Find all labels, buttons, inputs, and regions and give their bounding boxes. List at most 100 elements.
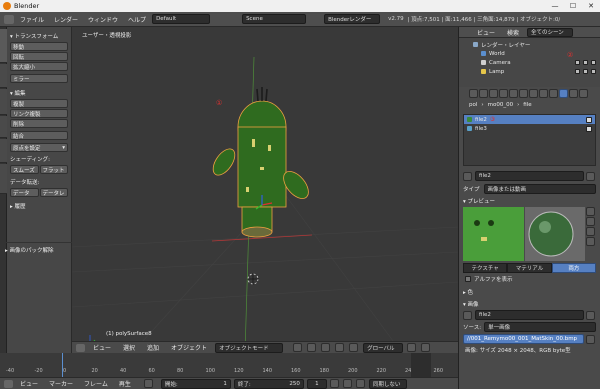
tab-texture-icon[interactable] — [559, 88, 568, 98]
menu-object[interactable]: オブジェクト — [167, 343, 211, 352]
tab-render-layers-icon[interactable] — [479, 88, 488, 98]
tab-physics-icon[interactable] — [579, 88, 588, 98]
file-browser-icon[interactable] — [586, 334, 595, 344]
preview-tab-material[interactable]: マテリアル — [507, 263, 552, 273]
outliner-menu-view[interactable]: ビュー — [473, 28, 499, 37]
preview-flat-icon[interactable] — [586, 207, 595, 216]
translate-manipulator-icon[interactable] — [335, 343, 345, 352]
layers-icon[interactable] — [407, 343, 417, 352]
edit-panel-title[interactable]: ▾ 編集 — [10, 89, 68, 97]
delete-button[interactable]: 削除 — [10, 119, 68, 128]
shade-smooth-button[interactable]: スムーズ — [10, 165, 39, 174]
menu-add[interactable]: 追加 — [143, 343, 163, 352]
render-engine-select[interactable]: Blenderレンダー — [324, 14, 381, 24]
outliner-item[interactable]: Lamp — [459, 67, 600, 76]
tab-animation[interactable] — [0, 116, 7, 138]
data-layers-button[interactable]: データレ — [39, 188, 68, 197]
menu-select[interactable]: 選択 — [119, 343, 139, 352]
end-frame-field[interactable]: 終了: 250 — [233, 378, 304, 389]
view3d-editor-icon[interactable] — [76, 343, 85, 352]
timeline-editor-icon[interactable] — [4, 379, 13, 388]
image-filepath-field[interactable]: //001_Remymo00_001_MatSkin_00.bmp — [463, 334, 584, 344]
link-duplicate-button[interactable]: リンク複製 — [10, 109, 68, 118]
show-alpha-checkbox[interactable] — [465, 276, 471, 282]
rotate-manipulator-icon[interactable] — [349, 343, 359, 352]
render-icon[interactable] — [575, 69, 580, 74]
menu-render[interactable]: レンダー — [50, 15, 82, 24]
preview-sphere-icon[interactable] — [586, 217, 595, 226]
history-panel-title[interactable]: ▸ 履歴 — [10, 202, 68, 210]
scene-select[interactable]: Scene — [242, 14, 307, 24]
image-browse-icon[interactable] — [463, 310, 472, 320]
tab-object-icon[interactable] — [509, 88, 518, 98]
tab-grease-pencil[interactable] — [0, 164, 7, 194]
current-frame-marker[interactable] — [62, 353, 63, 377]
outliner-item[interactable]: World — [459, 49, 600, 58]
texture-browse-icon[interactable] — [463, 171, 472, 181]
preview-tab-both[interactable]: 両方 — [551, 263, 596, 273]
start-frame-field[interactable]: 開始: 1 — [160, 378, 231, 389]
data-button[interactable]: データ — [10, 188, 39, 197]
texture-slot-enabled-checkbox[interactable] — [586, 116, 592, 123]
tab-modifiers-icon[interactable] — [529, 88, 538, 98]
timeline-menu-playback[interactable]: 再生 — [115, 379, 135, 388]
viewport-canvas[interactable] — [72, 27, 458, 353]
set-origin-select[interactable]: 原点を設定 ▾ — [10, 143, 68, 152]
timeline-ruler[interactable]: -40 -20 0 20 40 60 80 100 120 140 160 180 200 220 240 2… — [0, 353, 458, 377]
texture-slot-row[interactable]: file3 — [464, 124, 595, 133]
3d-viewport[interactable]: ユーザー・透視投影 ① (1) polySurface8 — [72, 27, 458, 353]
join-button[interactable]: 結合 — [10, 131, 68, 140]
tab-constraints-icon[interactable] — [519, 88, 528, 98]
jump-start-icon[interactable] — [329, 379, 339, 388]
tab-physics[interactable] — [0, 139, 7, 163]
translate-button[interactable]: 移動 — [10, 42, 68, 51]
preview-tab-texture[interactable]: テクスチャ — [463, 263, 508, 273]
scale-button[interactable]: 拡大縮小 — [10, 62, 68, 71]
duplicate-button[interactable]: 複製 — [10, 99, 68, 108]
current-frame-field[interactable]: 1 — [306, 378, 327, 389]
visibility-icon[interactable] — [591, 69, 596, 74]
tab-tools[interactable] — [0, 29, 7, 63]
image-panel-title[interactable]: ▾ 画像 — [463, 300, 600, 308]
outliner-filter-select[interactable]: 全てのシーン — [527, 27, 574, 37]
tab-scene-icon[interactable] — [489, 88, 498, 98]
image-name-field[interactable]: file2 — [475, 310, 584, 320]
viewport-shading-icon[interactable] — [293, 343, 303, 352]
tab-material-icon[interactable] — [549, 88, 558, 98]
timeline-menu-view[interactable]: ビュー — [16, 379, 42, 388]
outliner-item[interactable]: Camera — [459, 58, 600, 67]
sync-select[interactable]: 同期しない — [368, 378, 407, 389]
layout-select[interactable]: Default — [152, 14, 211, 24]
manipulator-icon[interactable] — [321, 343, 331, 352]
selectability-icon[interactable] — [583, 60, 588, 65]
image-source-select[interactable]: 単一画像 — [484, 322, 596, 332]
tab-create[interactable] — [0, 64, 7, 88]
image-open-icon[interactable] — [586, 310, 595, 320]
mirror-button[interactable]: ミラー — [10, 74, 68, 83]
shade-flat-button[interactable]: フラット — [39, 165, 68, 174]
editor-type-icon[interactable] — [4, 14, 14, 24]
texture-slot-list[interactable]: file2 ③ file3 — [463, 114, 596, 166]
texture-type-select[interactable]: 画像または動画 — [483, 184, 596, 194]
menu-file[interactable]: ファイル — [16, 15, 48, 24]
maximize-icon[interactable]: ☐ — [564, 0, 582, 12]
render-icon[interactable] — [575, 60, 580, 65]
preview-panel-title[interactable]: ▾ プレビュー — [463, 197, 600, 205]
transform-panel-title[interactable]: ▾ トランスフォーム — [10, 32, 68, 40]
visibility-icon[interactable] — [591, 60, 596, 65]
preview-cube-icon[interactable] — [586, 227, 595, 236]
record-icon[interactable] — [143, 379, 153, 388]
preview-monkey-icon[interactable] — [586, 237, 595, 246]
tab-relations[interactable] — [0, 89, 7, 115]
menu-view[interactable]: ビュー — [89, 343, 115, 352]
snap-icon[interactable] — [421, 343, 431, 352]
outliner-menu-search[interactable]: 検索 — [503, 28, 523, 37]
menu-help[interactable]: ヘルプ — [124, 15, 150, 24]
outliner-item[interactable]: レンダー・レイヤー — [459, 40, 600, 49]
texture-slot-enabled-checkbox[interactable] — [586, 125, 592, 132]
tab-world-icon[interactable] — [499, 88, 508, 98]
tab-particles-icon[interactable] — [569, 88, 578, 98]
orientation-select[interactable]: グローバル — [363, 342, 404, 353]
selectability-icon[interactable] — [583, 69, 588, 74]
play-icon[interactable] — [342, 379, 352, 388]
